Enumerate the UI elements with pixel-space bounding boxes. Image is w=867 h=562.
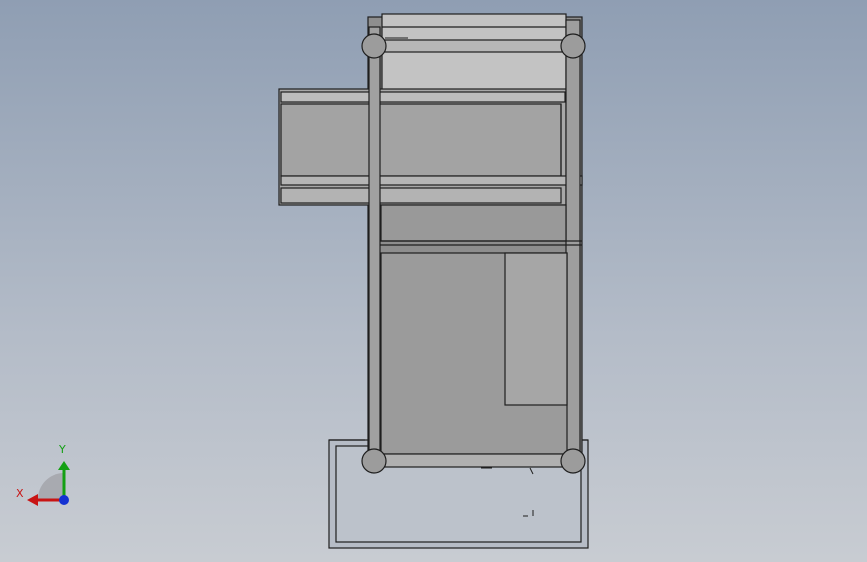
coordinate-triad (27, 461, 70, 506)
x-axis-label: X (16, 487, 24, 500)
lower-panel[interactable] (380, 252, 568, 455)
model-view[interactable] (0, 0, 867, 562)
y-arrow-head (58, 461, 70, 470)
joint-top-right[interactable] (560, 33, 586, 59)
graphics-viewport[interactable]: X Y (0, 0, 867, 562)
joint-bottom-left[interactable] (361, 448, 387, 474)
left-post[interactable] (368, 26, 381, 465)
right-post[interactable] (565, 19, 581, 465)
top-block[interactable] (374, 13, 574, 91)
mid-plate[interactable] (368, 204, 582, 246)
y-axis-label: Y (59, 443, 66, 456)
x-arrow-head (27, 494, 38, 506)
bottom-rail[interactable] (367, 453, 583, 468)
joint-top-left[interactable] (361, 33, 387, 59)
z-axis-dot (59, 495, 69, 505)
joint-bottom-right[interactable] (560, 448, 586, 474)
side-extension[interactable] (278, 88, 583, 206)
